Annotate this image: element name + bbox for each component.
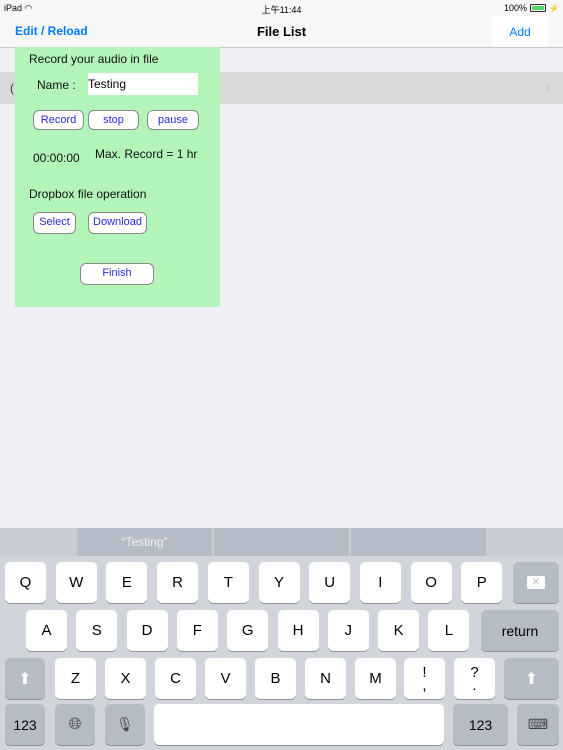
key-f[interactable]: F (176, 610, 218, 651)
key-z[interactable]: Z (55, 658, 96, 699)
globe-key[interactable]: 🌐︎ (55, 704, 95, 745)
pause-button[interactable]: pause (147, 110, 199, 130)
microphone-icon: 🎙︎ (116, 716, 134, 732)
key-bottom-char: , (422, 676, 427, 694)
exclamation-comma-key[interactable]: ! , (404, 658, 445, 699)
name-input[interactable] (88, 73, 198, 95)
record-heading: Record your audio in file (29, 52, 159, 66)
battery-icon (530, 4, 547, 12)
status-time: 上午11:44 (261, 5, 302, 15)
suggestion-bar: “Testing” (0, 528, 563, 556)
stop-button[interactable]: stop (88, 110, 139, 130)
key-v[interactable]: V (205, 658, 246, 699)
dismiss-keyboard-key[interactable]: ⌨ (517, 704, 559, 745)
file-name: ( (10, 81, 14, 95)
status-right: 100% ⚡ (504, 3, 559, 13)
key-c[interactable]: C (155, 658, 196, 699)
page-title: File List (256, 24, 307, 39)
key-d[interactable]: D (126, 610, 168, 651)
globe-icon: 🌐︎ (68, 715, 82, 733)
keyboard: “Testing” ✕ return ⬆ ! , ? . ⬆ 123 🌐︎ 🎙︎… (0, 528, 563, 750)
key-n[interactable]: N (305, 658, 346, 699)
shift-key-left[interactable]: ⬆ (5, 658, 45, 699)
dropbox-heading: Dropbox file operation (29, 187, 147, 201)
select-button[interactable]: Select (33, 212, 76, 234)
delete-icon: ✕ (526, 576, 546, 589)
key-i[interactable]: I (359, 562, 401, 603)
space-key[interactable] (154, 704, 444, 745)
key-bottom-char: . (472, 676, 477, 694)
key-k[interactable]: K (378, 610, 420, 651)
battery-percent: 100% (504, 3, 528, 13)
question-period-key[interactable]: ? . (454, 658, 495, 699)
key-t[interactable]: T (207, 562, 249, 603)
key-j[interactable]: J (327, 610, 369, 651)
shift-key-right[interactable]: ⬆ (504, 658, 559, 699)
key-o[interactable]: O (410, 562, 452, 603)
key-b[interactable]: B (255, 658, 296, 699)
shift-icon: ⬆ (18, 670, 32, 688)
numbers-key-right[interactable]: 123 (453, 704, 508, 745)
navigation-bar: Edit / Reload File List Add (0, 16, 563, 48)
download-button[interactable]: Download (88, 212, 147, 234)
finish-button[interactable]: Finish (80, 263, 154, 285)
return-key[interactable]: return (481, 610, 559, 651)
key-e[interactable]: E (106, 562, 148, 603)
bolt-icon: ⚡ (549, 3, 559, 13)
dictation-key[interactable]: 🎙︎ (105, 704, 145, 745)
suggestion-1[interactable]: “Testing” (77, 528, 212, 556)
key-p[interactable]: P (461, 562, 503, 603)
key-g[interactable]: G (227, 610, 269, 651)
key-s[interactable]: S (76, 610, 118, 651)
key-h[interactable]: H (277, 610, 319, 651)
backspace-key[interactable]: ✕ (513, 562, 559, 603)
key-l[interactable]: L (428, 610, 470, 651)
key-w[interactable]: W (55, 562, 97, 603)
key-m[interactable]: M (355, 658, 396, 699)
key-r[interactable]: R (157, 562, 199, 603)
keyboard-dismiss-icon: ⌨ (527, 716, 549, 732)
key-x[interactable]: X (105, 658, 146, 699)
key-q[interactable]: Q (5, 562, 46, 603)
key-u[interactable]: U (309, 562, 351, 603)
record-panel: Record your audio in file Name : Record … (15, 47, 220, 307)
status-bar: iPad ◠ 上午11:44 100% ⚡ (0, 0, 563, 16)
key-a[interactable]: A (26, 610, 67, 651)
name-label: Name : (37, 78, 76, 92)
max-record-label: Max. Record = 1 hr (95, 147, 198, 161)
numbers-key-left[interactable]: 123 (5, 704, 45, 745)
suggestion-2[interactable] (214, 528, 349, 556)
shift-icon: ⬆ (524, 670, 539, 688)
record-button[interactable]: Record (33, 110, 84, 130)
suggestion-3[interactable] (351, 528, 486, 556)
chevron-right-icon: › (546, 79, 551, 95)
add-button[interactable]: Add (492, 16, 548, 47)
timer: 00:00:00 (33, 151, 80, 165)
key-y[interactable]: Y (258, 562, 300, 603)
